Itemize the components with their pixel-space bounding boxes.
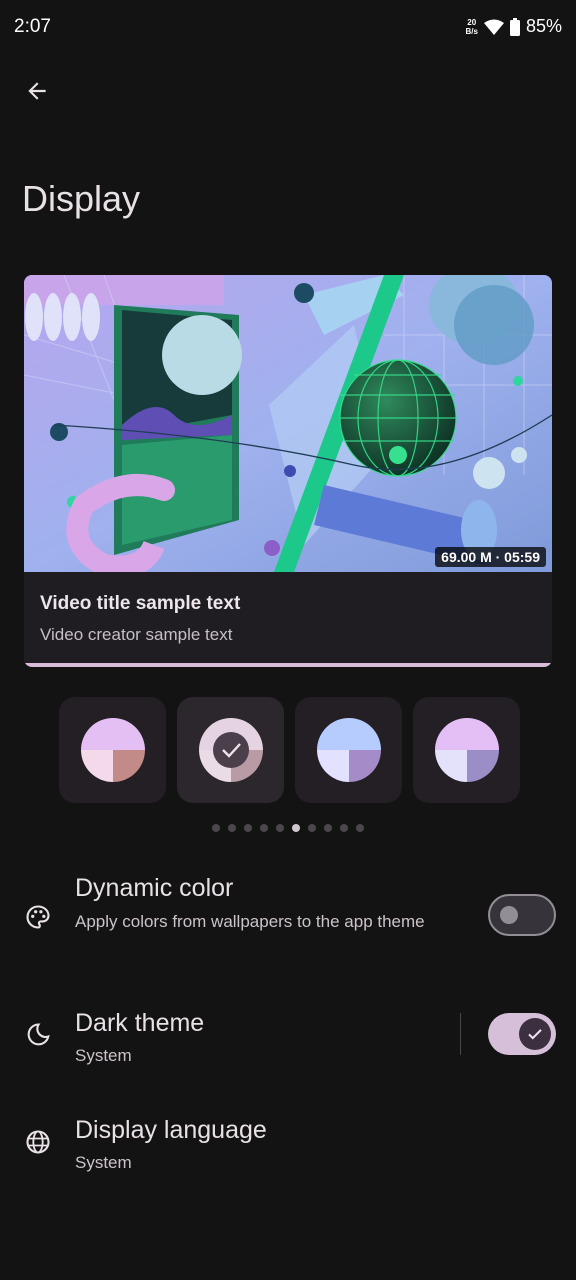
check-icon (528, 1029, 542, 1040)
pager-dot[interactable] (212, 824, 220, 832)
setting-dynamic-color[interactable]: Dynamic color Apply colors from wallpape… (0, 860, 576, 970)
pager-dot[interactable] (260, 824, 268, 832)
color-swatch-1[interactable] (59, 697, 166, 803)
pager-dots (212, 824, 364, 832)
pager-dot[interactable] (276, 824, 284, 832)
color-scheme-picker (59, 697, 520, 803)
page-title: Display (22, 178, 141, 219)
dark-theme-switch[interactable] (488, 1013, 556, 1055)
pager-dot-active[interactable] (292, 824, 300, 832)
color-swatch-3[interactable] (295, 697, 402, 803)
swatch-palette-4 (434, 718, 499, 782)
swatch-palette-3 (316, 718, 381, 782)
color-swatch-4[interactable] (413, 697, 520, 803)
video-creator: Video creator sample text (40, 625, 233, 644)
moon-icon (27, 1023, 50, 1046)
setting-title: Dark theme (75, 1009, 205, 1037)
setting-dark-theme[interactable]: Dark theme System (0, 995, 576, 1075)
battery-icon (509, 17, 520, 36)
battery-level: 85% (525, 16, 562, 36)
dynamic-color-switch[interactable] (488, 894, 556, 936)
pager-dot[interactable] (324, 824, 332, 832)
setting-subtitle: System (75, 1153, 132, 1172)
switch-knob (519, 1018, 551, 1050)
wifi-icon (483, 19, 504, 35)
setting-subtitle: Apply colors from wallpapers to the app … (75, 912, 425, 931)
color-swatch-2-selected[interactable] (177, 697, 284, 803)
pager-dot[interactable] (228, 824, 236, 832)
network-speed: 20 B/s (465, 17, 478, 36)
arrow-back-icon (28, 82, 46, 100)
setting-title: Dynamic color (75, 874, 234, 902)
video-duration-badge: 69.00 M · 05:59 (435, 547, 546, 567)
video-progress-bar (24, 663, 552, 667)
pager-dot[interactable] (356, 824, 364, 832)
palette-icon (26, 905, 50, 929)
globe-icon (26, 1130, 50, 1154)
back-button[interactable] (14, 68, 60, 114)
video-thumbnail (24, 275, 552, 572)
switch-knob (500, 906, 518, 924)
setting-subtitle: System (75, 1046, 132, 1065)
divider (460, 1013, 461, 1055)
swatch-palette-2 (198, 718, 263, 782)
setting-display-language[interactable]: Display language System (0, 1102, 576, 1182)
setting-title: Display language (75, 1116, 267, 1144)
video-preview-card: 69.00 M · 05:59 Video title sample text … (24, 275, 552, 667)
video-title: Video title sample text (40, 593, 241, 614)
pager-dot[interactable] (244, 824, 252, 832)
pager-dot[interactable] (340, 824, 348, 832)
status-time: 2:07 (14, 16, 51, 37)
status-bar: 2:07 20 B/s 85% (0, 0, 576, 54)
status-icons: 20 B/s 85% (466, 16, 562, 37)
swatch-palette-1 (80, 718, 145, 782)
pager-dot[interactable] (308, 824, 316, 832)
